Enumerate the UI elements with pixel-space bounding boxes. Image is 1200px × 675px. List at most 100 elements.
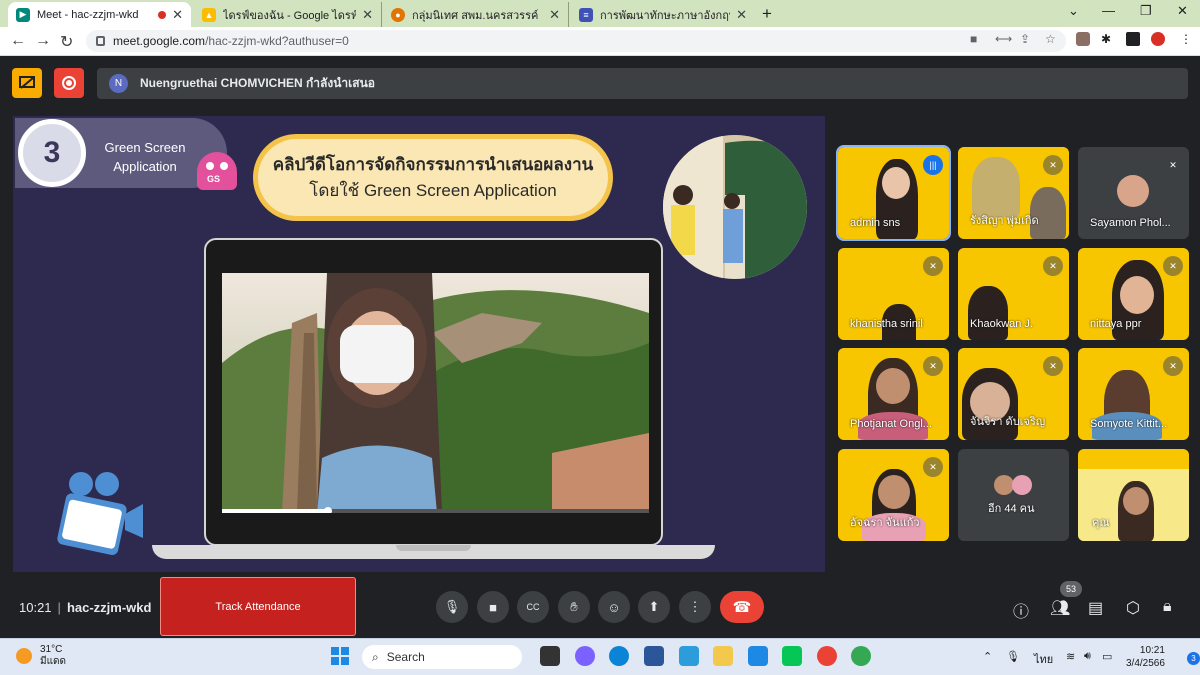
more-options-icon[interactable]: ⋮ [679,591,711,623]
track-attendance-button[interactable]: Track Attendance [160,577,356,636]
language-indicator[interactable]: ไทย [1034,650,1053,668]
participant-tile[interactable]: ✕ จันจิรา ดับเจริญ [958,348,1069,440]
menu-icon[interactable]: ⋮ [1180,32,1192,46]
tab-forms[interactable]: ≡ การพัฒนาทักษะภาษาอังกฤษ English ✕ [571,2,755,27]
title-line2: โดยใช้ Green Screen Application [309,180,557,200]
participant-tile[interactable]: ✕ nittaya ppr [1078,248,1189,340]
participant-tile[interactable]: ✕ Photjanat Ongl... [838,348,949,440]
participant-name: admin sns [850,217,901,229]
presenter-banner: N Nuengruethai CHOMVICHEN กำลังนำเสนอ [97,68,1188,99]
mic-icon[interactable]: 🎙︎ [436,591,468,623]
tab-drive[interactable]: ▲ ไดรฟ์ของฉัน - Google ไดรฟ์ ✕ [194,2,382,27]
participant-tile[interactable]: ✕ รังสิญา พุ่มเกิด [958,147,1069,239]
forward-icon[interactable]: → [35,32,51,50]
teams-chat-icon[interactable] [575,646,595,666]
taskbar-clock[interactable]: 10:21 3/4/2566 [1126,644,1165,670]
chrome-profile-icon[interactable] [851,646,871,666]
volume-icon[interactable]: 🔊︎ [1084,650,1091,663]
minimize-button[interactable]: — [1102,3,1115,18]
participant-tile[interactable]: ||| admin sns [836,145,951,241]
weather-condition: มีแดด [40,656,67,667]
puzzle-icon[interactable]: ✱ [1101,32,1111,46]
back-icon[interactable]: ← [10,32,26,50]
present-screen-icon[interactable]: ⬆ [638,591,670,623]
chat-icon[interactable]: ▤ [1088,598,1103,618]
file-explorer-icon[interactable] [713,646,733,666]
tab-search-icon[interactable]: ⌄ [1068,3,1079,19]
weather-widget[interactable]: 31°C มีแดด [16,644,66,668]
mic-off-icon: ✕ [1169,159,1177,170]
reload-icon[interactable]: ↻ [60,32,73,52]
record-button[interactable] [54,68,84,98]
task-view-icon[interactable] [540,646,560,666]
bookmark-star-icon[interactable]: ☆ [1045,32,1056,46]
participant-tile[interactable]: ✕ Khaokwan J. [958,248,1069,340]
mic-off-icon: ✕ [923,457,943,477]
emoji-icon[interactable]: ☺ [598,591,630,623]
shared-screen: 3 Green Screen Application GS คลิปวีดีโอ… [13,116,825,572]
weather-temp: 31°C [40,644,63,655]
host-controls-icon[interactable]: 🔒︎ [1163,598,1172,616]
mascot-label: GS [207,174,221,184]
badge-line2: Application [113,159,177,174]
translate-icon[interactable]: ⟷ [995,32,1012,46]
title-line1: คลิปวีดีโอการจัดกิจกรรมการนำเสนอผลงาน [272,154,594,174]
tray-chevron-icon[interactable]: ⌃ [983,650,992,663]
raise-hand-icon[interactable]: ✋︎ [558,591,590,623]
search-icon: ⌕ [372,649,379,664]
close-window-button[interactable]: ✕ [1177,3,1188,19]
edge-icon[interactable] [609,646,629,666]
l-app-icon[interactable] [679,646,699,666]
tab-sites[interactable]: ● กลุ่มนิเทศ สพม.นครสวรรค์ ✕ [383,2,569,27]
participant-tile[interactable]: ✕ Sayamon Phol... [1078,147,1189,239]
self-tile[interactable]: คุณ [1078,449,1189,541]
participant-name: Somyote Kittit... [1090,418,1168,430]
participant-tile[interactable]: ✕ Somyote Kittit... [1078,348,1189,440]
participant-name: คุณ [1092,517,1110,529]
chrome-icon[interactable] [817,646,837,666]
camera-icon[interactable]: ■ [970,32,977,46]
green-screen-photo [663,135,807,279]
mail-icon[interactable] [748,646,768,666]
battery-icon[interactable]: ▭ [1102,650,1112,663]
drive-icon: ▲ [202,7,216,22]
mic-tray-icon[interactable]: 🎙︎ [1006,650,1020,663]
share-icon[interactable]: ⇪ [1020,32,1030,46]
close-icon[interactable]: ✕ [736,7,747,23]
word-icon[interactable] [644,646,664,666]
close-icon[interactable]: ✕ [362,7,373,23]
tab-label: การพัฒนาทักษะภาษาอังกฤษ English [600,9,731,22]
participant-name: Khaokwan J. [970,318,1033,330]
octopus-mascot: GS [197,152,237,190]
step-badge: 3 Green Screen Application [15,118,227,188]
tab-meet[interactable]: ▶ Meet - hac-zzjm-wkd ✕ [8,2,191,27]
presentation-icon[interactable] [12,68,42,98]
info-icon[interactable]: ⓘ [1013,598,1029,622]
meeting-code: hac-zzjm-wkd [66,600,152,615]
wifi-icon[interactable]: ≋ [1066,650,1075,663]
extension-icon[interactable] [1076,32,1090,46]
participant-tile[interactable]: ✕ อัจฉรา จันแก้ว [838,449,949,541]
close-icon[interactable]: ✕ [172,7,183,23]
line-icon[interactable] [782,646,802,666]
captions-icon[interactable]: CC [517,591,549,623]
new-tab-button[interactable]: + [762,4,772,24]
windows-start-icon[interactable] [331,647,351,667]
participant-tile[interactable]: ✕ khanistha srinil [838,248,949,340]
activities-icon[interactable]: ⬡ [1126,598,1140,618]
camera-toggle-icon[interactable]: ■ [477,591,509,623]
close-icon[interactable]: ✕ [549,7,560,23]
taskbar-search[interactable]: ⌕ Search [362,645,522,669]
clock-time: 10:21 [1139,645,1165,656]
end-call-button[interactable]: ☎︎ [720,591,764,623]
address-bar[interactable]: meet.google.com/hac-zzjm-wkd?authuser=0 [86,30,1066,52]
notification-badge[interactable]: 3 [1187,652,1200,665]
profile-avatar[interactable] [1151,32,1165,46]
laptop-frame [204,238,663,546]
restore-button[interactable]: ❐ [1140,3,1152,19]
participant-name: อัจฉรา จันแก้ว [850,517,920,529]
people-icon[interactable]: 👥︎ [1050,598,1070,618]
windows-taskbar [0,638,1200,675]
sidepanel-icon[interactable] [1126,32,1140,46]
more-participants-tile[interactable]: อีก 44 คน [958,449,1069,541]
